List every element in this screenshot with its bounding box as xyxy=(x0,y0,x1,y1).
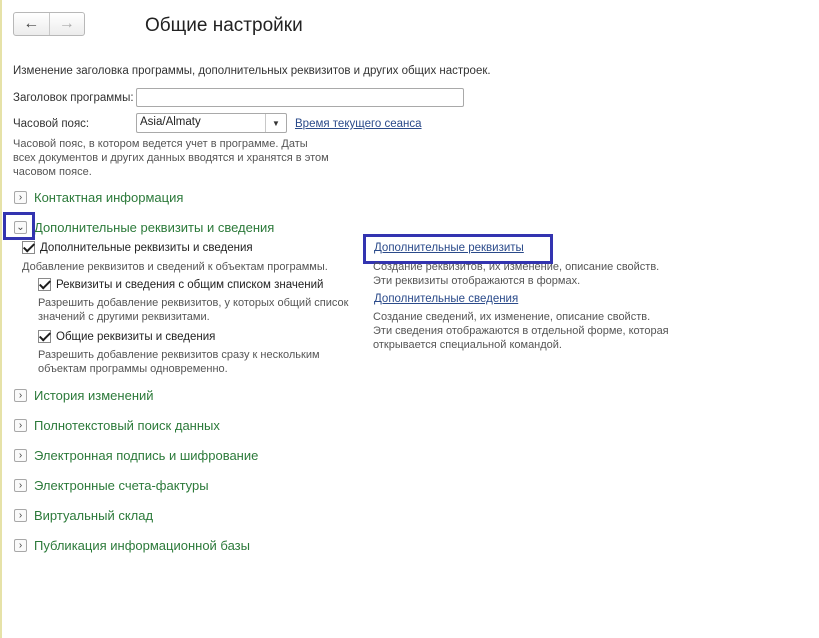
timezone-select[interactable]: Asia/Almaty ▼ xyxy=(136,113,287,133)
section-invoices[interactable]: › Электронные счета-фактуры xyxy=(14,478,209,493)
additional-main-hint: Добавление реквизитов и сведений к объек… xyxy=(22,261,328,273)
additional-info-hint: Создание сведений, их изменение, описани… xyxy=(373,311,669,351)
arrow-right-icon: → xyxy=(58,15,75,32)
list-values-checkbox[interactable] xyxy=(38,278,51,291)
chevron-right-icon[interactable]: › xyxy=(14,479,27,492)
additional-main-checkbox[interactable] xyxy=(22,241,35,254)
forward-button[interactable]: → xyxy=(50,13,85,35)
chevron-right-icon[interactable]: › xyxy=(14,389,27,402)
chevron-right-icon[interactable]: › xyxy=(14,191,27,204)
session-time-link[interactable]: Время текущего сеанса xyxy=(295,118,422,130)
timezone-value: Asia/Almaty xyxy=(140,116,201,128)
common-checkbox-row[interactable]: Общие реквизиты и сведения xyxy=(38,330,215,343)
section-warehouse[interactable]: › Виртуальный склад xyxy=(14,508,153,523)
chevron-right-icon[interactable]: › xyxy=(14,539,27,552)
additional-main-checkbox-row[interactable]: Дополнительные реквизиты и сведения xyxy=(22,241,253,254)
chevron-right-icon[interactable]: › xyxy=(14,419,27,432)
timezone-label: Часовой пояс: xyxy=(13,118,90,130)
chevron-right-icon[interactable]: › xyxy=(14,509,27,522)
list-values-hint: Разрешить добавление реквизитов, у котор… xyxy=(38,297,349,323)
additional-requisites-hint: Создание реквизитов, их изменение, описа… xyxy=(373,261,660,287)
additional-info-link[interactable]: Дополнительные сведения xyxy=(374,293,518,305)
page-description: Изменение заголовка программы, дополните… xyxy=(13,65,491,77)
list-values-checkbox-row[interactable]: Реквизиты и сведения с общим списком зна… xyxy=(38,278,323,291)
page-title: Общие настройки xyxy=(145,15,303,36)
chevron-right-icon[interactable]: › xyxy=(14,449,27,462)
program-title-input[interactable] xyxy=(136,88,464,107)
timezone-hint: Часовой пояс, в котором ведется учет в п… xyxy=(13,138,329,178)
section-fulltext[interactable]: › Полнотекстовый поиск данных xyxy=(14,418,220,433)
arrow-left-icon: ← xyxy=(23,15,40,32)
program-title-label: Заголовок программы: xyxy=(13,92,134,104)
back-button[interactable]: ← xyxy=(14,13,50,35)
common-hint: Разрешить добавление реквизитов сразу к … xyxy=(38,349,320,375)
nav-buttons: ← → xyxy=(13,12,85,36)
window-edge xyxy=(0,0,2,638)
section-history[interactable]: › История изменений xyxy=(14,388,154,403)
section-signature[interactable]: › Электронная подпись и шифрование xyxy=(14,448,258,463)
highlight-expand-toggle xyxy=(3,212,35,240)
section-publication[interactable]: › Публикация информационной базы xyxy=(14,538,250,553)
section-contact[interactable]: › Контактная информация xyxy=(14,190,183,205)
section-additional[interactable]: ⌄ Дополнительные реквизиты и сведения xyxy=(14,220,274,235)
common-checkbox[interactable] xyxy=(38,330,51,343)
dropdown-arrow-icon[interactable]: ▼ xyxy=(265,114,286,132)
